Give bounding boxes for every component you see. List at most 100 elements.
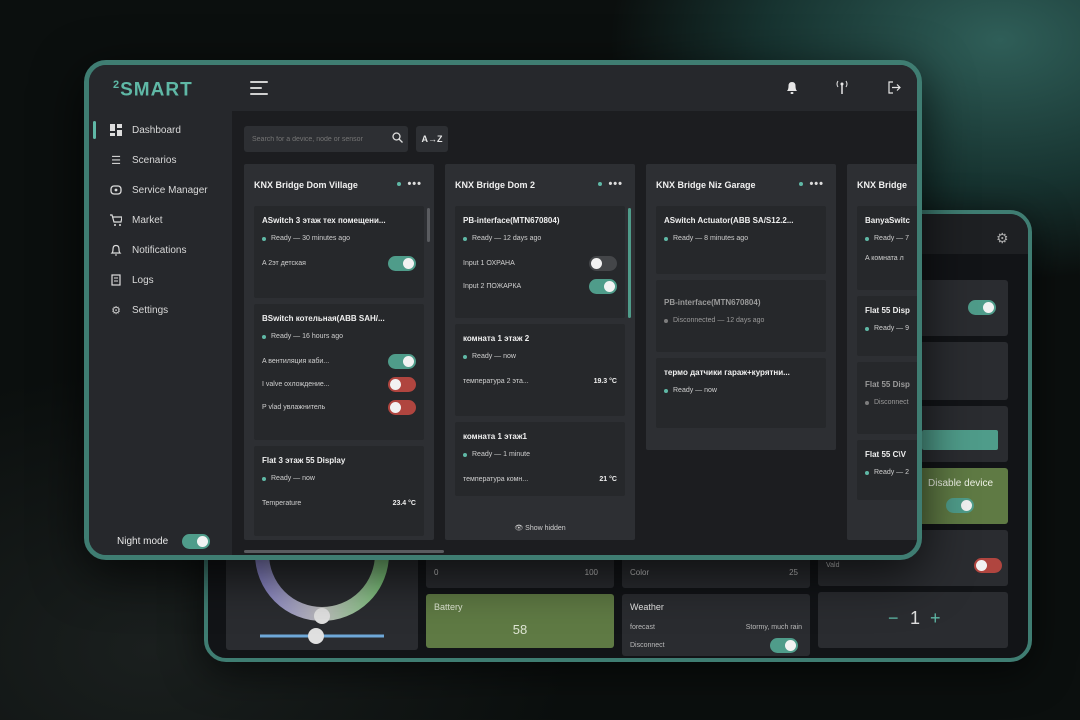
device-card[interactable]: Flat 55 C\V Ready — 2 [857, 440, 917, 500]
color-wheel-card [226, 553, 418, 650]
logs-icon [109, 273, 123, 287]
weather-forecast-value: Stormy, much rain [745, 624, 802, 631]
more-icon[interactable]: ••• [598, 178, 623, 190]
search-bar [244, 126, 408, 152]
device-card[interactable]: комната 1 этаж 2 Ready — now температура… [455, 324, 625, 416]
app-logo: 2SMART [113, 79, 193, 101]
device-card[interactable]: ASwitch Actuator(ABB SA/S12.2... Ready —… [656, 206, 826, 274]
status-dot [262, 236, 266, 241]
status-dot [865, 326, 869, 331]
device-card[interactable]: PB-interface(MTN670804) Ready — 12 days … [455, 206, 625, 318]
device-card[interactable]: Flat 55 Disp Ready — 9 [857, 296, 917, 356]
status-dot [865, 400, 869, 405]
sidebar-item-label: Notifications [132, 244, 187, 256]
sensor-toggle[interactable] [388, 354, 416, 369]
color-wheel-icon[interactable] [226, 553, 418, 650]
device-card[interactable]: PB-interface(MTN670804) Disconnected — 1… [656, 280, 826, 352]
column-scrollbar[interactable] [427, 208, 430, 242]
back-gear-icon[interactable]: ⚙ [996, 230, 1012, 246]
weather-toggle[interactable] [770, 638, 798, 653]
sidebar-item-dashboard[interactable]: Dashboard [89, 115, 232, 145]
eye-icon: 👁 [514, 525, 524, 532]
dashboard-icon [109, 123, 123, 137]
color-value: 25 [789, 568, 798, 577]
color-label: Color [630, 568, 650, 577]
night-mode-toggle[interactable] [182, 534, 211, 549]
device-card[interactable]: Flat 3 этаж 55 Display Ready — now Tempe… [254, 446, 424, 536]
device-title: ASwitch Actuator(ABB SA/S12.2... [664, 216, 794, 225]
sensor-toggle[interactable] [589, 256, 617, 271]
device-title: PB-interface(MTN670804) [463, 216, 560, 225]
night-mode-label: Night mode [117, 536, 169, 547]
horizontal-scrollbar[interactable] [244, 550, 444, 553]
device-status: Disconnected — 12 days ago [664, 317, 818, 324]
sidebar-nav: Dashboard ☰ Scenarios Service Manager Ma… [89, 115, 232, 325]
device-status: Ready — 30 minutes ago [262, 235, 416, 242]
status-dot [664, 318, 668, 323]
sidebar-item-service-manager[interactable]: Service Manager [89, 175, 232, 205]
device-card[interactable]: комната 1 этаж1 Ready — 1 minute темпера… [455, 422, 625, 496]
disable-device-toggle[interactable] [946, 498, 974, 513]
cart-icon [109, 213, 123, 227]
device-title: Flat 55 Disp [865, 306, 910, 315]
vald-toggle[interactable] [974, 558, 1002, 573]
status-dot [865, 470, 869, 475]
bridge-column: KNX Bridge Dom 2 ••• PB-interface(MTN670… [445, 164, 635, 540]
bell-icon[interactable] [782, 77, 802, 97]
device-status: Ready — 8 minutes ago [664, 235, 818, 242]
status-dot [463, 236, 467, 241]
counter-plus-button[interactable]: + [930, 608, 941, 629]
back-toggle-1[interactable] [968, 300, 996, 315]
device-card[interactable]: BanyaSwitc Ready — 7 A комната л [857, 206, 917, 290]
device-card[interactable]: Flat 55 Disp Disconnect [857, 362, 917, 434]
sensor-value: 19.3 °C [593, 378, 617, 385]
sidebar-item-label: Settings [132, 304, 169, 316]
device-card[interactable]: BSwitch котельная(ABB SAH/... Ready — 16… [254, 304, 424, 440]
sensor-toggle[interactable] [589, 279, 617, 294]
column-title: KNX Bridge Niz Garage [656, 180, 756, 190]
search-icon[interactable] [386, 132, 408, 146]
battery-card: Battery 58 [426, 594, 614, 648]
device-title: комната 1 этаж1 [463, 432, 527, 441]
sidebar-item-market[interactable]: Market [89, 205, 232, 235]
device-status: Ready — now [463, 353, 617, 360]
column-scrollbar[interactable] [628, 208, 631, 318]
vald-label: Vald [826, 562, 840, 569]
sidebar-item-scenarios[interactable]: ☰ Scenarios [89, 145, 232, 175]
weather-forecast-label: forecast [630, 624, 655, 631]
device-status: Ready — 7 [865, 235, 917, 242]
show-hidden-button[interactable]: 👁 Show hidden [445, 524, 635, 532]
column-title: KNX Bridge Dom Village [254, 180, 358, 190]
sidebar-item-logs[interactable]: Logs [89, 265, 232, 295]
counter-minus-button[interactable]: − [888, 608, 899, 629]
sidebar-item-notifications[interactable]: Notifications [89, 235, 232, 265]
main-area: A→Z KNX Bridge Dom Village ••• ASwitch 3… [232, 65, 917, 555]
sensor-toggle[interactable] [388, 400, 416, 415]
device-card[interactable]: термо датчики гараж+курятни... Ready — n… [656, 358, 826, 428]
status-dot [262, 476, 266, 481]
menu-icon[interactable] [250, 81, 268, 99]
sidebar-item-settings[interactable]: ⚙ Settings [89, 295, 232, 325]
column-header: KNX Bridge [847, 164, 917, 206]
back-action-button[interactable] [922, 430, 998, 450]
device-status: Ready — 2 [865, 469, 917, 476]
antenna-icon[interactable] [832, 77, 852, 97]
more-icon[interactable]: ••• [397, 178, 422, 190]
device-status: Ready — now [262, 475, 416, 482]
device-title: Flat 3 этаж 55 Display [262, 456, 346, 465]
device-status: Disconnect [865, 399, 917, 406]
bridge-column: KNX Bridge Niz Garage ••• ASwitch Actuat… [646, 164, 836, 450]
search-input[interactable] [244, 135, 386, 143]
more-icon[interactable]: ••• [799, 178, 824, 190]
device-card[interactable]: ASwitch 3 этаж тех помещени... Ready — 3… [254, 206, 424, 298]
device-status: Ready — now [664, 387, 818, 394]
disable-device-label: Disable device [928, 478, 994, 489]
sensor-toggle[interactable] [388, 256, 416, 271]
sensor-toggle[interactable] [388, 377, 416, 392]
logout-icon[interactable] [884, 77, 904, 97]
bridge-column: KNX Bridge Dom Village ••• ASwitch 3 эта… [244, 164, 434, 540]
device-status: Ready — 12 days ago [463, 235, 617, 242]
column-title: KNX Bridge [857, 180, 908, 190]
device-title: Flat 55 C\V [865, 450, 906, 459]
sort-button[interactable]: A→Z [416, 126, 448, 152]
